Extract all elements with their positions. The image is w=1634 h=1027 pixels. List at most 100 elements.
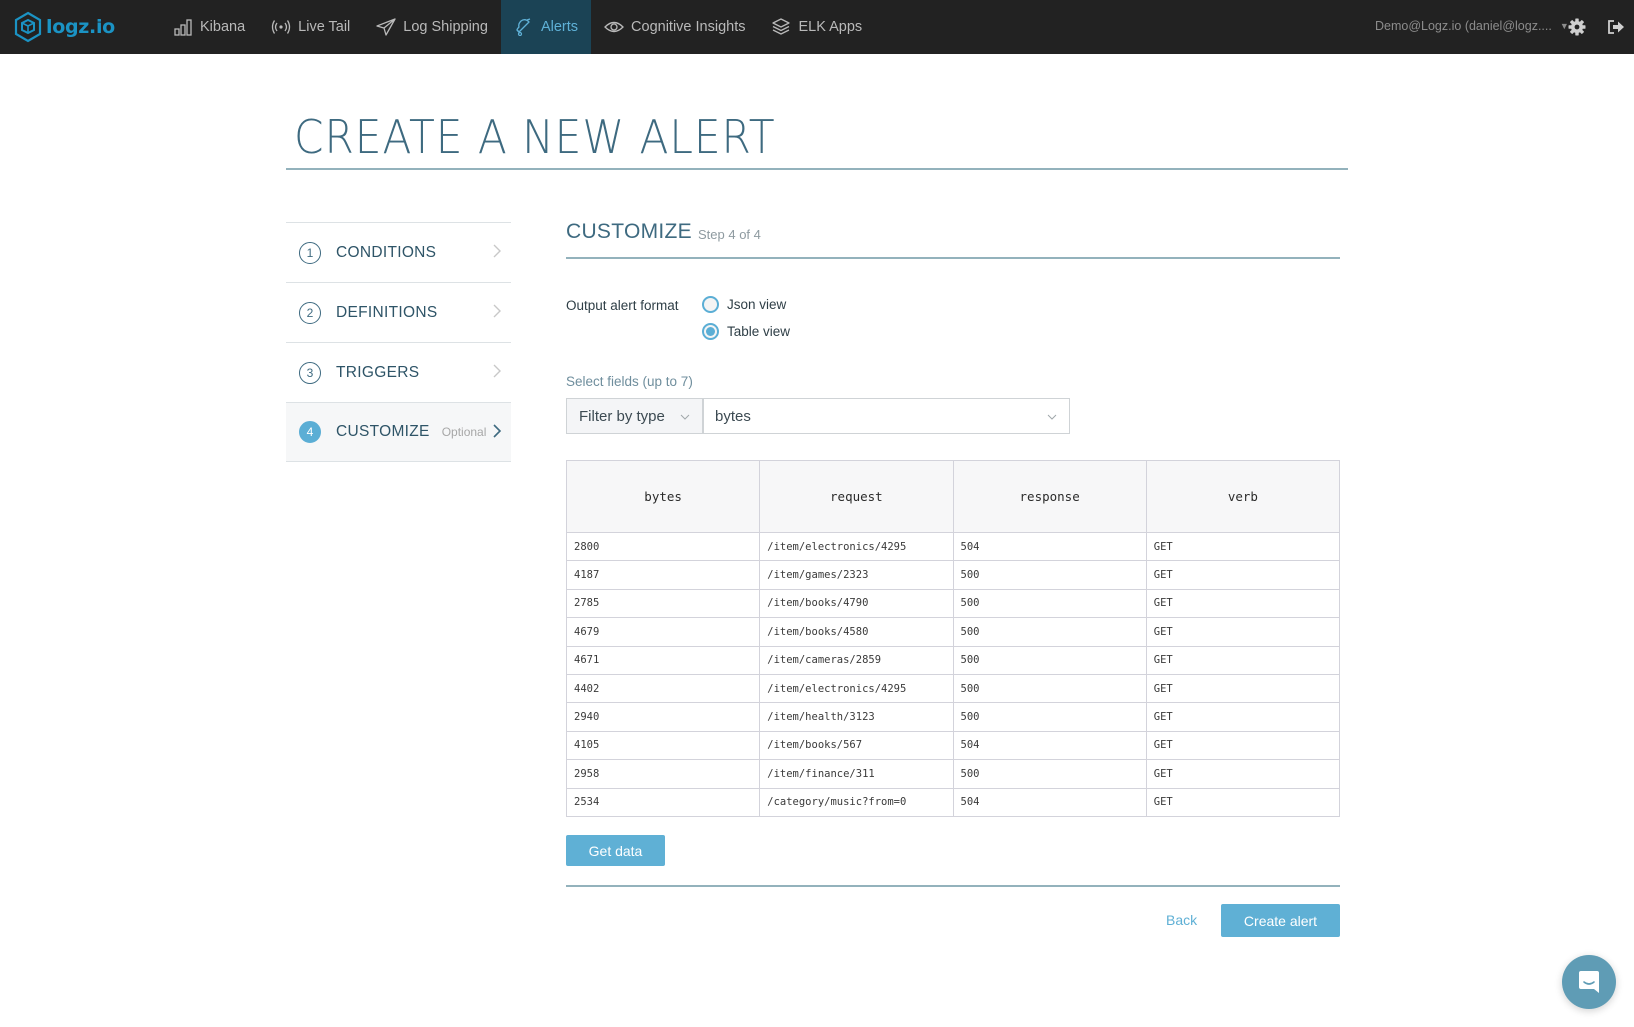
- cell-bytes: 4679: [565, 617, 761, 647]
- nav-live-tail[interactable]: Live Tail: [258, 0, 363, 54]
- cell-response: 504: [952, 730, 1147, 761]
- radio-table-view[interactable]: Table view: [702, 323, 790, 340]
- step-conditions[interactable]: 1 CONDITIONS: [286, 222, 511, 282]
- cell-request: /item/games/2323: [759, 560, 954, 590]
- create-alert-button[interactable]: Create alert: [1221, 904, 1340, 937]
- paper-plane-icon: [376, 18, 396, 36]
- step-label: TRIGGERS: [336, 363, 420, 381]
- account-menu[interactable]: Demo@Logz.io (daniel@logz.... ▼: [1375, 19, 1569, 33]
- nav-cognitive-insights-label: Cognitive Insights: [631, 19, 746, 35]
- cell-request: /item/books/567: [759, 730, 954, 761]
- filter-by-type-dropdown[interactable]: Filter by type: [566, 398, 703, 434]
- chevron-down-icon: [1047, 414, 1057, 420]
- column-header-verb: verb: [1145, 460, 1341, 533]
- table-row: 2785/item/books/4790 500 GET: [565, 588, 1341, 619]
- footer-divider: [566, 885, 1340, 887]
- cell-bytes: 4402: [565, 673, 761, 704]
- cell-request: /category/music?from=0: [759, 787, 954, 817]
- logz-logo-icon: [14, 11, 42, 43]
- chevron-right-icon: [493, 424, 502, 438]
- step-optional-tag: Optional: [441, 425, 487, 439]
- cell-verb: GET: [1145, 531, 1341, 562]
- radio-json-view[interactable]: Json view: [702, 296, 786, 313]
- nav-kibana[interactable]: Kibana: [160, 0, 258, 54]
- eye-icon: [604, 18, 624, 36]
- nav-elk-apps-label: ELK Apps: [798, 19, 863, 35]
- sample-data-table: bytes request response verb 2800/item/el…: [565, 460, 1341, 817]
- cell-verb: GET: [1145, 787, 1341, 817]
- table-row: 2940/item/health/3123 500 GET: [565, 702, 1341, 732]
- page-title: CREATE A NEW ALERT: [294, 110, 776, 164]
- filter-by-type-value: Filter by type: [579, 407, 665, 425]
- nav-elk-apps[interactable]: ELK Apps: [758, 0, 875, 54]
- cell-bytes: 2940: [565, 702, 761, 732]
- cell-response: 500: [952, 759, 1147, 789]
- table-body: 2800/item/electronics/4295 504 GET 4187/ite…: [565, 531, 1341, 817]
- chevron-right-icon: [493, 364, 501, 378]
- cell-response: 504: [952, 531, 1147, 562]
- table-row: 4671/item/cameras/2859 500 GET: [565, 645, 1341, 675]
- section-divider: [566, 257, 1340, 259]
- step-number-badge: 3: [299, 361, 321, 384]
- account-name: Demo@Logz.io (daniel@logz....: [1375, 19, 1552, 33]
- chat-widget-button[interactable]: [1562, 955, 1616, 1009]
- main-nav: Kibana Live Tail Log Shipping Alerts Cog…: [160, 0, 875, 54]
- column-header-bytes: bytes: [565, 460, 761, 533]
- nav-alerts-label: Alerts: [540, 19, 579, 35]
- gear-icon[interactable]: [1567, 17, 1587, 37]
- chevron-down-icon: [680, 414, 690, 420]
- nav-log-shipping-label: Log Shipping: [403, 19, 488, 35]
- table-row: 4679/item/books/4580 500 GET: [565, 617, 1341, 647]
- step-number-badge: 1: [299, 241, 321, 264]
- step-indicator: Step 4 of 4: [698, 227, 761, 242]
- logo[interactable]: logz.io: [13, 10, 115, 44]
- step-label: CONDITIONS: [336, 243, 437, 261]
- radio-circle[interactable]: [702, 296, 719, 313]
- nav-log-shipping[interactable]: Log Shipping: [363, 0, 501, 54]
- title-divider: [286, 168, 1348, 170]
- cell-request: /item/electronics/4295: [759, 673, 954, 704]
- nav-cognitive-insights[interactable]: Cognitive Insights: [591, 0, 758, 54]
- table-header-row: bytes request response verb: [565, 460, 1341, 533]
- cell-verb: GET: [1145, 617, 1341, 647]
- table-row: 2800/item/electronics/4295 504 GET: [565, 531, 1341, 562]
- broadcast-icon: [271, 18, 291, 36]
- cell-response: 500: [952, 588, 1147, 619]
- table-row: 4187/item/games/2323 500 GET: [565, 560, 1341, 590]
- back-button[interactable]: Back: [1166, 912, 1197, 928]
- field-select-value: bytes: [715, 407, 751, 425]
- cell-response: 504: [952, 787, 1147, 817]
- cell-request: /item/finance/311: [759, 759, 954, 789]
- field-select-dropdown[interactable]: bytes: [703, 398, 1070, 434]
- step-label: DEFINITIONS: [336, 303, 438, 321]
- chevron-right-icon: [493, 304, 501, 318]
- cell-verb: GET: [1145, 759, 1341, 789]
- cell-bytes: 2800: [565, 531, 761, 562]
- get-data-button[interactable]: Get data: [566, 835, 665, 866]
- chat-icon: [1579, 971, 1599, 993]
- cell-response: 500: [952, 673, 1147, 704]
- cell-request: /item/books/4790: [759, 588, 954, 619]
- cell-verb: GET: [1145, 730, 1341, 761]
- nav-alerts[interactable]: Alerts: [500, 0, 592, 54]
- cell-bytes: 4105: [565, 730, 761, 761]
- cell-bytes: 4187: [565, 560, 761, 590]
- cell-request: /item/cameras/2859: [759, 645, 954, 675]
- cell-bytes: 4671: [565, 645, 761, 675]
- cell-verb: GET: [1145, 673, 1341, 704]
- logout-icon[interactable]: [1606, 17, 1626, 37]
- step-customize[interactable]: 4 CUSTOMIZE Optional: [286, 402, 511, 462]
- output-format-label: Output alert format: [566, 298, 679, 313]
- cell-verb: GET: [1145, 588, 1341, 619]
- radio-circle[interactable]: [702, 323, 719, 340]
- table-row: 4105/item/books/567 504 GET: [565, 730, 1341, 761]
- step-definitions[interactable]: 2 DEFINITIONS: [286, 282, 511, 342]
- table-row: 2958/item/finance/311 500 GET: [565, 759, 1341, 789]
- step-triggers[interactable]: 3 TRIGGERS: [286, 342, 511, 402]
- radio-label: Table view: [727, 324, 791, 339]
- nav-kibana-label: Kibana: [200, 19, 246, 35]
- cell-response: 500: [952, 702, 1147, 732]
- layers-icon: [771, 18, 791, 36]
- step-number-badge: 2: [299, 301, 321, 324]
- bar-chart-icon: [173, 18, 193, 36]
